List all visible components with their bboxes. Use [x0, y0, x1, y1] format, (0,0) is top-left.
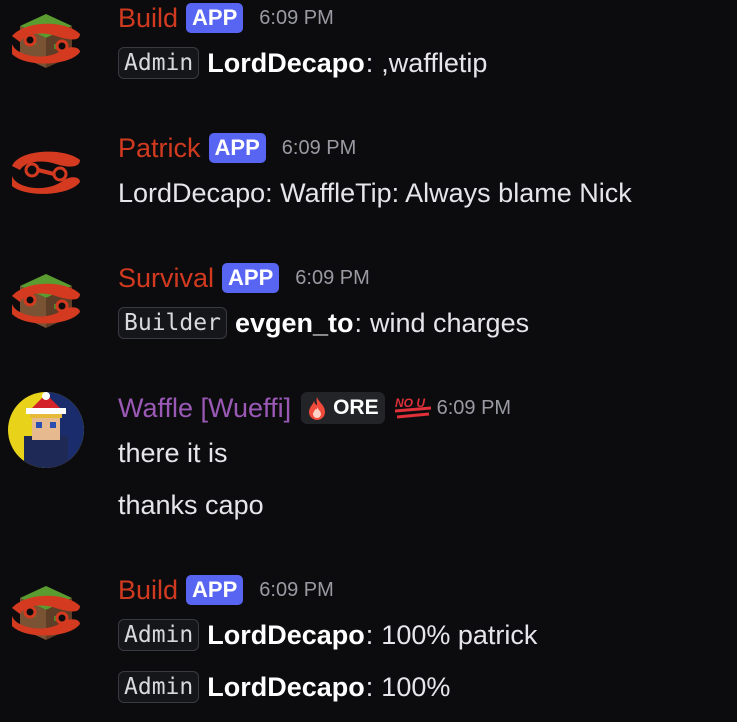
app-badge: APP: [186, 575, 244, 605]
timestamp[interactable]: 6:09 PM: [437, 391, 511, 425]
message-line: Admin LordDecapo : ,waffletip: [118, 43, 487, 83]
player-name: evgen_to: [234, 307, 354, 338]
app-badge: APP: [186, 3, 244, 33]
timestamp[interactable]: 6:09 PM: [259, 573, 333, 607]
separator: :: [354, 307, 362, 338]
author-name[interactable]: Build: [118, 1, 178, 35]
player-name: LordDecapo: [207, 671, 365, 702]
message-header: Survival APP 6:09 PM: [118, 261, 370, 295]
message-header: Waffle [Wueffi] ORE NO U 6:09 PM: [118, 391, 511, 425]
author-name[interactable]: Build: [118, 573, 178, 607]
message-text: LordDecapo: WaffleTip: Always blame Nick: [118, 177, 632, 208]
message-line: there it is: [118, 433, 228, 473]
minecraft-grass-block-logo-icon[interactable]: [6, 572, 86, 652]
minecraft-grass-block-logo-icon[interactable]: [6, 0, 86, 80]
author-name[interactable]: Waffle [Wueffi]: [118, 391, 291, 425]
role-pill[interactable]: ORE: [301, 392, 385, 424]
author-name[interactable]: Patrick: [118, 131, 201, 165]
message-line: Admin LordDecapo : 100% patrick: [118, 615, 537, 655]
message-text: wind charges: [370, 307, 530, 338]
circuit-s-logo-icon[interactable]: [6, 130, 86, 210]
message-text: there it is: [118, 437, 228, 468]
message-text: 100% patrick: [381, 619, 538, 650]
minecraft-grass-block-logo-icon[interactable]: [6, 260, 86, 340]
message-line: Builder evgen_to : wind charges: [118, 303, 529, 343]
no-u-icon: NO U: [394, 396, 431, 419]
separator: :: [365, 619, 374, 650]
timestamp[interactable]: 6:09 PM: [259, 1, 333, 35]
message-line: Admin LordDecapo : 100%: [118, 667, 450, 707]
app-badge: APP: [208, 133, 266, 163]
message-line: LordDecapo: WaffleTip: Always blame Nick: [118, 173, 632, 213]
message-header: Build APP 6:09 PM: [118, 1, 334, 35]
fire-icon: [309, 397, 326, 420]
santa-hat-avatar-icon[interactable]: [6, 390, 86, 470]
author-name[interactable]: Survival: [118, 261, 214, 295]
role-tag: Admin: [118, 671, 200, 703]
timestamp[interactable]: 6:09 PM: [295, 261, 369, 295]
message-header: Patrick APP 6:09 PM: [118, 131, 356, 165]
timestamp[interactable]: 6:09 PM: [282, 131, 356, 165]
role-tag: Admin: [118, 47, 200, 79]
message-text: thanks capo: [118, 489, 264, 520]
player-name: LordDecapo: [207, 619, 365, 650]
message-text: ,waffletip: [381, 47, 488, 78]
role-tag: Builder: [118, 307, 227, 339]
separator: :: [365, 47, 374, 78]
separator: :: [365, 671, 374, 702]
message-header: Build APP 6:09 PM: [118, 573, 334, 607]
role-pill-label: ORE: [333, 396, 379, 419]
app-badge: APP: [222, 263, 280, 293]
message-text: 100%: [381, 671, 451, 702]
role-tag: Admin: [118, 619, 200, 651]
message-line: thanks capo: [118, 485, 264, 525]
player-name: LordDecapo: [207, 47, 365, 78]
